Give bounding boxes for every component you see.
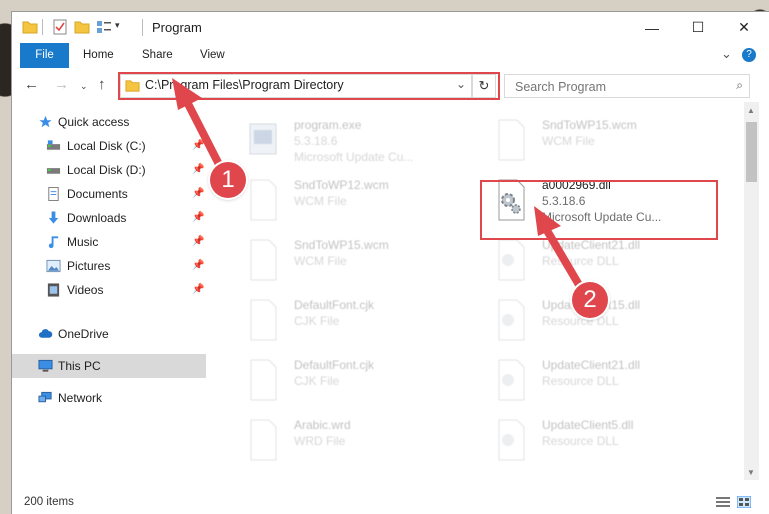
callout-arrows — [172, 78, 586, 294]
explorer-window: ▾ Program — ☐ ✕ File Home Share View ⌄ ?… — [12, 12, 769, 514]
step-badge-1: 1 — [210, 162, 246, 198]
arrow-2-head — [534, 206, 561, 236]
arrow-2-shaft — [538, 218, 586, 294]
step-badge-2: 2 — [572, 282, 608, 318]
arrow-1-head — [172, 78, 202, 110]
